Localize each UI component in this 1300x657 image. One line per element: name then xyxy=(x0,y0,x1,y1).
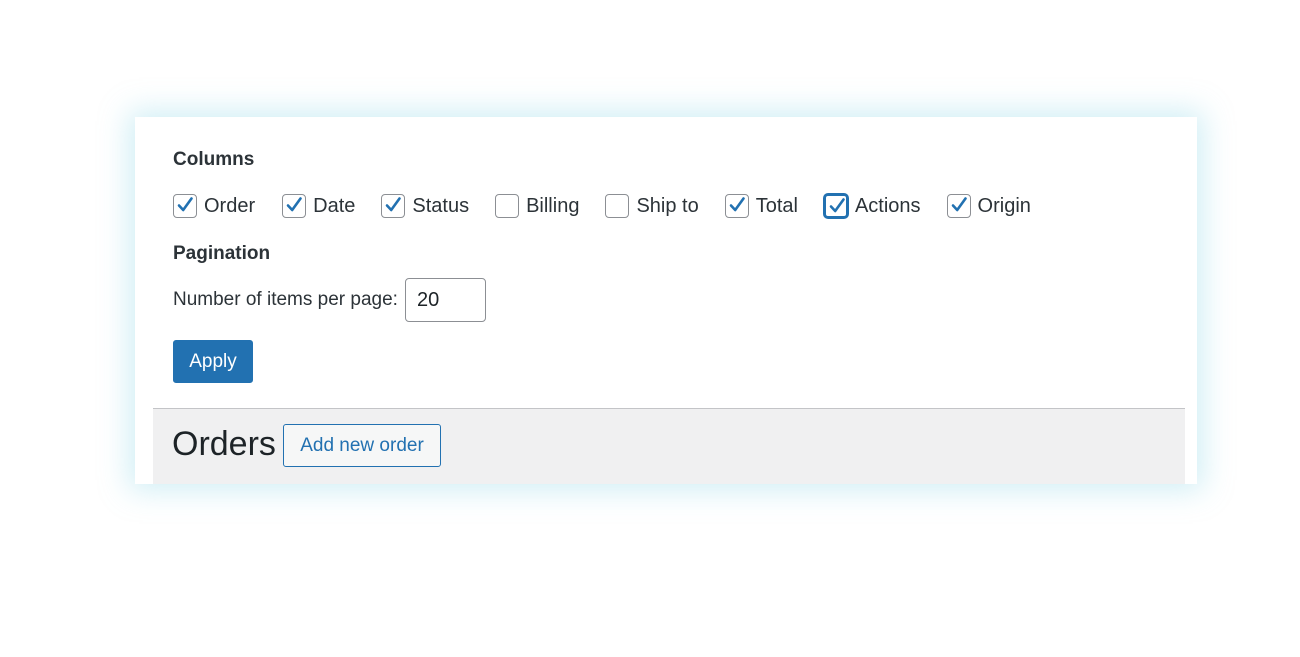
columns-heading: Columns xyxy=(173,149,255,170)
checkmark-icon xyxy=(177,197,193,212)
total-column-label: Total xyxy=(755,195,798,217)
order-checkbox[interactable] xyxy=(173,194,197,218)
columns-options: Order Date Status Billing Ship to Total … xyxy=(173,193,1031,219)
status-checkbox[interactable] xyxy=(381,194,406,218)
column-option-status[interactable]: Status xyxy=(381,194,469,218)
add-new-order-button[interactable]: Add new order xyxy=(283,424,441,467)
status-column-label: Status xyxy=(412,195,470,217)
actions-column-label: Actions xyxy=(854,195,921,217)
column-option-origin[interactable]: Origin xyxy=(946,194,1031,218)
total-checkbox[interactable] xyxy=(724,194,749,218)
column-option-ship-to[interactable]: Ship to xyxy=(605,194,699,218)
origin-column-label: Origin xyxy=(977,195,1031,217)
billing-checkbox[interactable] xyxy=(495,194,520,218)
apply-button[interactable]: Apply xyxy=(173,340,253,383)
date-column-label: Date xyxy=(313,195,356,217)
pagination-heading: Pagination xyxy=(173,243,271,264)
checkmark-icon xyxy=(951,197,967,212)
actions-checkbox[interactable] xyxy=(823,194,848,218)
column-option-actions[interactable]: Actions xyxy=(823,194,921,218)
ship-to-column-label: Ship to xyxy=(636,195,699,217)
orders-header-bar: Orders Add new order xyxy=(153,408,1185,484)
origin-checkbox[interactable] xyxy=(946,194,971,218)
checkmark-icon xyxy=(386,197,402,212)
column-option-order[interactable]: Order xyxy=(173,194,255,218)
ship-to-checkbox[interactable] xyxy=(605,194,630,218)
items-per-page-label: Number of items per page: xyxy=(173,289,398,310)
page-title: Orders xyxy=(172,425,276,463)
billing-column-label: Billing xyxy=(526,195,580,217)
screen-options-panel: Columns Order Date Status Billing Ship t… xyxy=(135,117,1197,484)
items-per-page-row: Number of items per page: xyxy=(173,278,486,322)
date-checkbox[interactable] xyxy=(282,194,307,218)
checkmark-icon xyxy=(729,197,745,212)
column-option-billing[interactable]: Billing xyxy=(495,194,579,218)
order-column-label: Order xyxy=(204,195,256,217)
column-option-date[interactable]: Date xyxy=(282,194,355,218)
checkmark-icon xyxy=(829,198,845,213)
items-per-page-input[interactable] xyxy=(404,278,486,322)
column-option-total[interactable]: Total xyxy=(724,194,798,218)
checkmark-icon xyxy=(286,197,302,212)
